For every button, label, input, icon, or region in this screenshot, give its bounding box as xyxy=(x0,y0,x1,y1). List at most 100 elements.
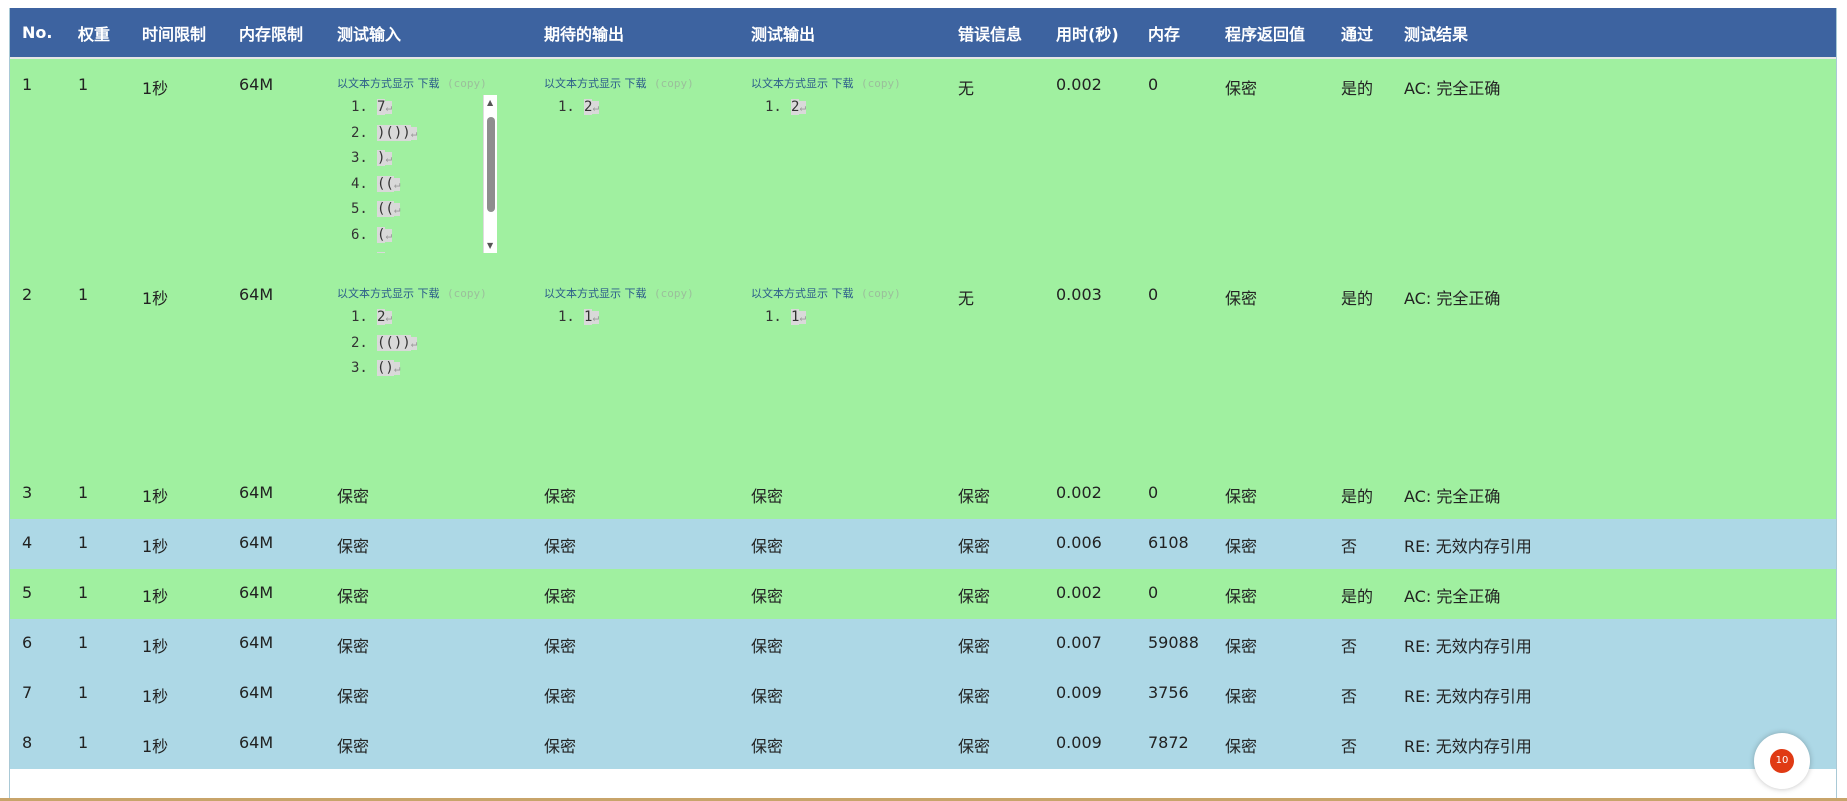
code-list: 1. 2↵ xyxy=(751,95,911,121)
text-view-link[interactable]: 以文本方式显示 xyxy=(337,77,414,90)
download-link[interactable]: 下载 xyxy=(418,287,440,300)
cell-test-input: 保密 xyxy=(337,587,370,606)
download-link[interactable]: 下载 xyxy=(625,77,647,90)
scroll-up-arrow-icon[interactable]: ▲ xyxy=(487,98,493,107)
cell-memory: 0 xyxy=(1148,75,1159,94)
cell-test-output: 保密 xyxy=(751,737,784,756)
cell-passed: 是的 xyxy=(1341,487,1374,506)
line-number: 1. xyxy=(351,99,368,115)
input-links: 以文本方式显示 下载 (copy) xyxy=(337,75,532,91)
cell-weight: 1 xyxy=(78,683,89,702)
return-symbol-icon: ↵ xyxy=(410,126,418,140)
text-view-link[interactable]: 以文本方式显示 xyxy=(337,287,414,300)
text-view-link[interactable]: 以文本方式显示 xyxy=(544,77,621,90)
cell-return-value: 保密 xyxy=(1225,587,1258,606)
table-row: 3 1 1秒 64M 保密 保密 保密 保密 0.002 0 保密 是的 AC: 完全正确 xyxy=(10,469,1836,519)
cell-error: 无 xyxy=(958,289,975,308)
notification-count-badge: 10 xyxy=(1770,749,1794,773)
header-test-output: 测试输出 xyxy=(739,8,946,59)
return-symbol-icon: ↵ xyxy=(385,101,393,114)
cell-passed: 否 xyxy=(1341,637,1358,656)
return-symbol-icon: ↵ xyxy=(393,203,401,216)
floating-notification-button[interactable]: 10 xyxy=(1754,733,1810,789)
return-symbol-icon: ↵ xyxy=(385,228,393,242)
download-link[interactable]: 下载 xyxy=(832,77,854,90)
header-weight: 权重 xyxy=(66,8,130,59)
line-number: 2. xyxy=(351,334,368,351)
input-code-box[interactable]: 1.7↵2.)())↵3.)↵4.((↵5.((↵6.(↵7.)↵ ▲ ▼ xyxy=(337,95,497,253)
copy-link[interactable]: (copy) xyxy=(447,287,487,300)
text-view-link[interactable]: 以文本方式显示 xyxy=(751,77,828,90)
cell-test-input: 以文本方式显示 下载 (copy) 1. 2↵ 2. (())↵ 3. ()↵ xyxy=(325,269,532,469)
cell-time-limit: 1秒 xyxy=(142,587,169,606)
code-line: 1. 7↵ xyxy=(351,95,497,121)
cell-return-value: 保密 xyxy=(1225,487,1258,506)
cell-expected-output: 保密 xyxy=(544,587,577,606)
text-view-link[interactable]: 以文本方式显示 xyxy=(544,287,621,300)
cell-passed: 否 xyxy=(1341,687,1358,706)
return-symbol-icon: ↵ xyxy=(385,311,393,324)
code-line: 1. 2↵ xyxy=(765,95,911,121)
copy-link[interactable]: (copy) xyxy=(447,77,487,90)
copy-link[interactable]: (copy) xyxy=(861,287,901,300)
code-list: 1. 2↵ 2. (())↵ 3. ()↵ xyxy=(337,305,497,382)
table-row: 7 1 1秒 64M 保密 保密 保密 保密 0.009 3756 保密 否 RE: 无效内存引用 xyxy=(10,669,1836,719)
cell-return-value: 保密 xyxy=(1225,687,1258,706)
cell-time: 0.002 xyxy=(1056,483,1102,502)
code-list: 1.7↵2.)())↵3.)↵4.((↵5.((↵6.(↵7.)↵ xyxy=(337,95,497,253)
scroll-down-arrow-icon[interactable]: ▼ xyxy=(487,241,493,250)
cell-time-limit: 1秒 xyxy=(142,687,169,706)
header-time-used: 用时(秒) xyxy=(1044,8,1136,59)
copy-link[interactable]: (copy) xyxy=(861,77,901,90)
cell-test-output: 以文本方式显示 下载 (copy) 1. 2↵ xyxy=(739,58,946,269)
cell-passed: 否 xyxy=(1341,737,1358,756)
line-number: 6. xyxy=(351,226,368,243)
cell-error: 保密 xyxy=(958,637,991,656)
cell-no: 4 xyxy=(22,533,33,552)
cell-weight: 1 xyxy=(78,733,89,752)
header-result: 测试结果 xyxy=(1392,8,1836,59)
code-line: 1. 2↵ xyxy=(558,95,704,121)
scrollbar-thumb[interactable] xyxy=(487,117,495,212)
line-number: 4. xyxy=(351,175,368,192)
cell-expected-output: 保密 xyxy=(544,637,577,656)
cell-time-limit: 1秒 xyxy=(142,487,169,506)
cell-test-output: 保密 xyxy=(751,587,784,606)
cell-result: AC: 完全正确 xyxy=(1404,587,1501,606)
expected-code-box: 1. 2↵ xyxy=(544,95,704,121)
cell-memory: 0 xyxy=(1148,483,1159,502)
code-line: 3.)↵ xyxy=(351,146,497,172)
cell-weight: 1 xyxy=(78,285,89,304)
code-line: 4. ((↵ xyxy=(351,172,497,198)
copy-link[interactable]: (copy) xyxy=(654,77,694,90)
vertical-scrollbar[interactable]: ▲ ▼ xyxy=(483,95,497,253)
expected-links: 以文本方式显示 下载 (copy) xyxy=(544,75,739,91)
cell-test-input: 保密 xyxy=(337,687,370,706)
cell-time: 0.009 xyxy=(1056,733,1102,752)
table-row: 5 1 1秒 64M 保密 保密 保密 保密 0.002 0 保密 是的 AC: 完全正确 xyxy=(10,569,1836,619)
cell-passed: 否 xyxy=(1341,537,1358,556)
text-view-link[interactable]: 以文本方式显示 xyxy=(751,287,828,300)
cell-memory: 3756 xyxy=(1148,683,1189,702)
cell-test-output: 保密 xyxy=(751,487,784,506)
cell-expected-output: 保密 xyxy=(544,687,577,706)
download-link[interactable]: 下载 xyxy=(418,77,440,90)
cell-expected-output: 以文本方式显示 下载 (copy) 1. 1↵ xyxy=(532,269,739,469)
code-line: 2.)())↵ xyxy=(351,121,497,147)
cell-time-limit: 1秒 xyxy=(142,289,169,308)
cell-memory-limit: 64M xyxy=(239,633,274,652)
copy-link[interactable]: (copy) xyxy=(654,287,694,300)
cell-memory: 7872 xyxy=(1148,733,1189,752)
cell-no: 3 xyxy=(22,483,33,502)
cell-test-output: 保密 xyxy=(751,687,784,706)
cell-error: 无 xyxy=(958,79,975,98)
table-row: 6 1 1秒 64M 保密 保密 保密 保密 0.007 59088 保密 否 RE: 无效内存引用 xyxy=(10,619,1836,669)
cell-return-value: 保密 xyxy=(1225,289,1258,308)
download-link[interactable]: 下载 xyxy=(625,287,647,300)
cell-memory-limit: 64M xyxy=(239,583,274,602)
download-link[interactable]: 下载 xyxy=(832,287,854,300)
cell-result: AC: 完全正确 xyxy=(1404,79,1501,98)
output-links: 以文本方式显示 下载 (copy) xyxy=(751,285,946,301)
cell-memory: 6108 xyxy=(1148,533,1189,552)
cell-passed: 是的 xyxy=(1341,289,1374,308)
